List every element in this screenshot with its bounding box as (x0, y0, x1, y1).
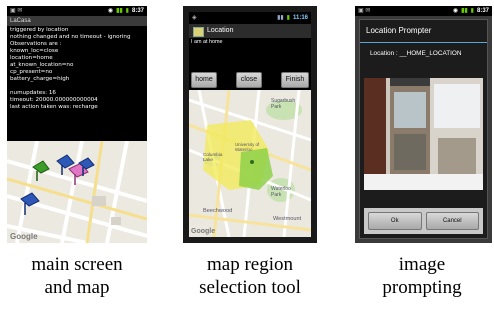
map-label-sugarbush: Sugarbush Park (271, 98, 296, 110)
app-icon (193, 27, 204, 37)
log-line: at_known_location=no (10, 62, 74, 68)
ok-button[interactable]: Ok (368, 212, 422, 230)
log-line: battery_charge=high (10, 76, 70, 82)
gps-icon: ◉ (107, 8, 114, 14)
title-divider (360, 42, 487, 43)
app-title: Location (207, 27, 234, 34)
location-photo (364, 78, 483, 190)
button-row: home close Finish (191, 72, 309, 88)
log-line: known_loc=close (10, 48, 59, 54)
map-graphic (7, 140, 147, 243)
google-watermark: Google (191, 228, 216, 235)
google-watermark: Google (10, 232, 38, 241)
home-button[interactable]: home (191, 72, 217, 88)
caption-line: map region (206, 254, 293, 275)
dialog-button-row: Ok Cancel (364, 208, 483, 234)
log-line: numupdates: 16 (10, 90, 56, 96)
close-button[interactable]: close (236, 72, 262, 88)
map-label-westmount: Westmount (273, 216, 302, 222)
log-line: Observations are : (10, 41, 62, 47)
battery-icon: ▮ (470, 8, 474, 14)
status-bar: ▣ ✉ ◉ ▮▮ ▮ 8:37 (355, 6, 492, 16)
log-line: location=home (10, 55, 53, 61)
dialog-title: Location Prompter (366, 26, 432, 35)
battery-icon: ▮ (286, 15, 290, 21)
map-label-beechwood: Beechwood (203, 208, 233, 214)
map-label-waterloo: Waterloo Park (271, 186, 291, 198)
log-line: cp_present=no (10, 69, 53, 75)
photo-graphic (364, 78, 483, 190)
log-line: timeout: 20000.000000000004 (10, 97, 98, 103)
status-time: 8:37 (476, 8, 489, 14)
map-graphic (189, 89, 311, 237)
log-line: triggered by location (10, 27, 69, 33)
battery-icon: ▮ (125, 8, 129, 14)
map-view[interactable]: Google (7, 140, 147, 243)
map-view[interactable]: Sugarbush Park Columbia Lake University … (189, 89, 311, 237)
map-label-columbia: Columbia Lake (203, 152, 223, 162)
app-title-bar: Location (189, 24, 311, 38)
caption-region-tool: map region selection tool (172, 253, 328, 299)
caption-main-screen: main screen and map (2, 253, 152, 299)
log-line: nothing changed and no timeout - ignorin… (10, 34, 131, 40)
location-label: Location : __HOME_LOCATION (370, 50, 462, 57)
finish-button[interactable]: Finish (281, 72, 309, 88)
log-line: last action taken was: recharge (10, 104, 98, 110)
prompt-dialog: Location Prompter Location : __HOME_LOCA… (359, 19, 488, 239)
observation-log: triggered by location nothing changed and… (10, 27, 144, 111)
caption-line: selection tool (199, 277, 301, 298)
status-time: 8:37 (131, 8, 144, 14)
signal-icon: ▮▮ (116, 8, 123, 14)
center-marker-icon[interactable] (250, 160, 254, 164)
signal-icon: ▮▮ (277, 15, 284, 21)
phone-region-tool: ◈ ▮▮ ▮ 11:16 Location I am at home home … (183, 6, 317, 243)
app-title: LaCasa (7, 16, 147, 26)
phone-image-prompter: ▣ ✉ ◉ ▮▮ ▮ 8:37 Location Prompter Locati… (355, 6, 492, 243)
caption-line: image (398, 254, 446, 275)
caption-line: main screen (31, 254, 123, 275)
signal-icon: ▮▮ (461, 8, 468, 14)
caption-line: and map (44, 277, 110, 298)
cancel-button[interactable]: Cancel (425, 212, 479, 230)
location-status: I am at home (191, 39, 223, 45)
notification-icons: ◈ (192, 15, 197, 21)
caption-image-prompting: image prompting (350, 253, 494, 299)
notification-icons: ▣ ✉ (10, 8, 23, 14)
status-time: 11:16 (292, 15, 308, 21)
status-bar: ▣ ✉ ◉ ▮▮ ▮ 8:37 (7, 6, 147, 16)
phone-main-screen: ▣ ✉ ◉ ▮▮ ▮ 8:37 LaCasa triggered by loca… (7, 6, 147, 243)
notification-icons: ▣ ✉ (358, 8, 371, 14)
gps-icon: ◉ (452, 8, 459, 14)
caption-line: prompting (382, 277, 462, 298)
status-bar: ◈ ▮▮ ▮ 11:16 (189, 12, 311, 24)
map-label-university: University of Waterloo (235, 142, 260, 152)
